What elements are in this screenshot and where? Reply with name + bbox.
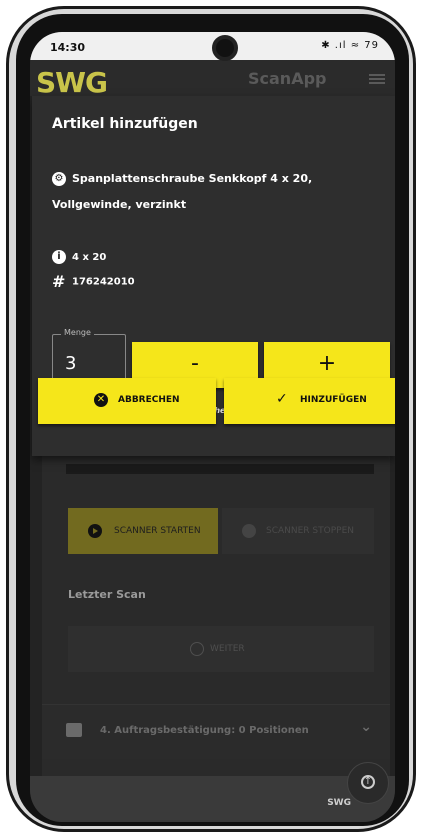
screw-icon: ⚙	[52, 172, 66, 186]
quantity-label: Menge	[61, 328, 94, 337]
cancel-label: ABBRECHEN	[118, 395, 180, 405]
add-button[interactable]: ✓ HINZUFÜGEN	[224, 378, 395, 424]
next-icon	[190, 642, 204, 656]
app-title: ScanApp	[248, 69, 327, 88]
article-size-text: 4 x 20	[72, 252, 107, 263]
menu-icon[interactable]	[369, 74, 385, 84]
front-camera	[212, 35, 238, 61]
article-name-text: Spanplattenschraube Senkkopf 4 x 20, Vol…	[52, 172, 313, 211]
stop-scanner-label: SCANNER STOPPEN	[266, 526, 354, 536]
chevron-down-icon: ⌄	[360, 719, 372, 735]
section-label: 4. Auftragsbestätigung: 0 Positionen	[100, 725, 309, 736]
next-button[interactable]: WEITER	[68, 626, 374, 672]
scanner-preview	[66, 464, 374, 474]
stop-icon	[242, 524, 256, 538]
article-number: #176242010	[52, 272, 135, 291]
play-icon	[88, 524, 102, 538]
checklist-icon	[66, 723, 82, 737]
start-scanner-button[interactable]: SCANNER STARTEN	[68, 508, 218, 554]
order-confirmation-section[interactable]: 4. Auftragsbestätigung: 0 Positionen ⌄	[42, 704, 390, 759]
article-name: ⚙ Spanplattenschraube Senkkopf 4 x 20, Vo…	[52, 166, 382, 218]
stop-scanner-button[interactable]: SCANNER STOPPEN	[222, 508, 374, 554]
app-bar: SWG ScanApp	[30, 60, 395, 99]
next-label: WEITER	[210, 644, 245, 654]
hash-icon: #	[52, 272, 66, 291]
quantity-value: 3	[65, 353, 77, 374]
footer: SWG	[30, 776, 395, 822]
cancel-button[interactable]: ✕ ABBRECHEN	[38, 378, 216, 424]
add-label: HINZUFÜGEN	[300, 395, 367, 405]
close-icon: ✕	[94, 393, 108, 407]
status-icons: ✱ .ıl ≈ 79	[321, 40, 379, 51]
article-number-text: 176242010	[72, 276, 135, 288]
info-icon: i	[52, 250, 66, 264]
fab-button[interactable]: ↑	[347, 762, 389, 804]
swg-logo: SWG	[36, 66, 108, 99]
arrow-up-icon: ↑	[361, 775, 375, 789]
footer-text: SWG	[327, 798, 351, 808]
screen: 14:30 ✱ .ıl ≈ 79 SWG ScanApp SCANNER STA…	[30, 32, 395, 822]
last-scan-label: Letzter Scan	[68, 588, 146, 601]
check-icon: ✓	[276, 391, 288, 407]
status-time: 14:30	[50, 41, 86, 54]
start-scanner-label: SCANNER STARTEN	[114, 526, 201, 536]
article-size: i 4 x 20	[52, 250, 106, 264]
dialog-title: Artikel hinzufügen	[52, 116, 198, 132]
